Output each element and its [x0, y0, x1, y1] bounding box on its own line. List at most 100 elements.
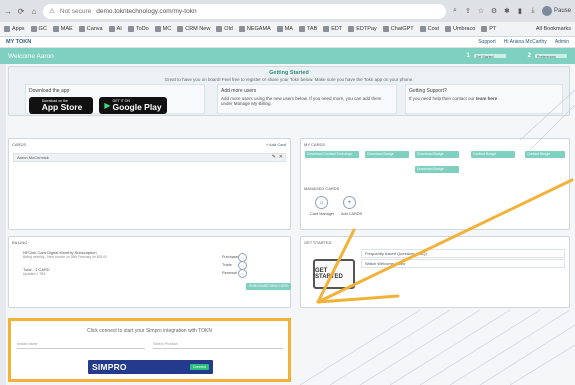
connect-button[interactable]: Connect — [189, 364, 209, 370]
sidepanel-icon[interactable]: ▮ — [516, 7, 524, 15]
bookmark-icon — [30, 26, 37, 32]
play-icon: ▶ — [104, 101, 111, 110]
step-1[interactable]: 1 Get Started — [466, 53, 506, 59]
reload-icon[interactable]: ⟳ — [17, 7, 25, 16]
step-2-label: Preferences — [537, 55, 556, 59]
user-menu[interactable]: Hi Ariana McCarthy — [504, 39, 547, 45]
extensions-icon[interactable]: ✱ — [503, 7, 511, 15]
bookmark-item[interactable]: MA — [276, 26, 293, 32]
admin-link[interactable]: Admin — [555, 39, 569, 45]
app-logo[interactable]: MY TOKN — [6, 39, 31, 45]
service-pill-2[interactable]: Download Badge — [365, 151, 409, 158]
card-manager-button[interactable]: ⌂ — [315, 196, 328, 209]
welcome-bar: Welcome Aaron 1 Get Started 2 Preference… — [0, 48, 575, 64]
support-link-team[interactable]: team here — [476, 96, 497, 101]
bookmark-label: Cost — [427, 26, 439, 32]
card-row-name: Aaron McCormick — [17, 155, 49, 160]
step-1-label: Get Started — [475, 55, 494, 59]
purchase-card-button[interactable]: PURCHASE NEW CARD — [246, 283, 292, 290]
bookmark-item[interactable]: AI — [108, 26, 122, 32]
bookmark-item[interactable]: Old — [216, 26, 233, 32]
bookmark-label: GC — [38, 26, 47, 32]
download-icon[interactable]: ⤓ — [529, 7, 537, 15]
gear-icon[interactable]: ⚙ — [490, 7, 498, 15]
bookmark-item[interactable]: ToDo — [127, 26, 149, 32]
bookmark-label: PT — [489, 26, 497, 32]
bookmark-item[interactable]: MAE — [52, 26, 73, 32]
simpro-heading: Click connect to start your Simpro integ… — [87, 328, 212, 334]
zoom-icon[interactable]: ⌕ — [451, 7, 459, 15]
simpro-banner: SIMPRO Connect — [88, 360, 213, 374]
all-bookmarks[interactable]: All Bookmarks — [536, 26, 571, 32]
bookmark-item[interactable]: Canva — [78, 26, 103, 32]
bookmark-item[interactable]: NEGAMA — [238, 26, 271, 32]
bookmark-item[interactable]: MC — [154, 26, 171, 32]
card-row[interactable]: Aaron McCormick ✎ ✕ — [13, 153, 286, 162]
billing-item-2-sub: Updated 1 TBA — [23, 272, 46, 276]
billing-option-3: Renewal — [222, 271, 237, 275]
add-cards-button[interactable]: + — [343, 196, 356, 209]
bookmark-label: NEGAMA — [246, 26, 271, 32]
bookmark-item[interactable]: ChatGPT — [382, 26, 414, 32]
star-icon[interactable]: ☆ — [477, 7, 485, 15]
share-icon[interactable]: ⇪ — [464, 7, 472, 15]
bookmark-item[interactable]: EDTPay — [348, 26, 377, 32]
close-icon[interactable]: ✕ — [279, 154, 283, 160]
warning-icon: ⚠ — [49, 8, 55, 15]
select-product-field[interactable]: Select Product — [153, 342, 283, 349]
bookmarks-bar: Apps GC MAE Canva AI ToDo MC CRM New Old NEGAMA MA… — [0, 22, 575, 37]
bookmark-item[interactable]: Cost — [419, 26, 439, 32]
service-pill-1[interactable]: Download Contact Exchange — [305, 151, 359, 158]
address-bar[interactable]: ⚠ Not secure demo.tokntechnology.com/my-… — [43, 3, 446, 19]
step-2[interactable]: 2 Preferences — [528, 53, 567, 59]
bookmark-icon — [154, 26, 161, 32]
service-pill-5[interactable]: Contact Badge — [525, 151, 565, 158]
bookmark-icon — [298, 26, 305, 32]
add-users-section: Add more users Add more users using the … — [217, 84, 397, 114]
home-icon[interactable]: ⌂ — [30, 7, 38, 16]
bookmark-label: Old — [224, 26, 233, 32]
app-store-badge[interactable]: Download on the App Store — [29, 97, 93, 114]
bookmark-icon — [127, 26, 134, 32]
google-play-label: Google Play — [112, 102, 162, 112]
billing-option-2: Trade — [222, 263, 232, 267]
bookmark-item[interactable]: TAB — [298, 26, 318, 32]
profile-button[interactable]: Pause — [541, 6, 571, 16]
service-pill-4[interactable]: Contact Badge — [471, 151, 515, 158]
add-card-link[interactable]: + Add Card — [266, 142, 286, 147]
bookmark-icon — [323, 26, 330, 32]
bookmark-item[interactable]: Apps — [4, 26, 25, 32]
install-name-field[interactable]: Install name — [17, 342, 145, 349]
app-header: MY TOKN Support Hi Ariana McCarthy Admin — [0, 37, 575, 48]
support-section: Getting Support? If you need help then c… — [405, 84, 563, 114]
bookmark-item[interactable]: Umbraco — [444, 26, 475, 32]
bookmark-icon — [78, 26, 85, 32]
download-app-heading: Download the app — [29, 88, 70, 94]
option-3-radio[interactable]: ○ — [238, 269, 247, 278]
plus-icon: + — [347, 199, 352, 206]
bookmark-item[interactable]: EDT — [323, 26, 342, 32]
edit-icon[interactable]: ✎ — [272, 154, 276, 160]
bookmark-item[interactable]: CRM New — [177, 26, 210, 32]
faq-row[interactable]: Frequently Asked Questions (FAQ) — [361, 249, 565, 258]
support-link[interactable]: Support — [478, 39, 496, 45]
bookmark-label: MA — [284, 26, 293, 32]
welcome-text: Welcome Aaron — [8, 52, 54, 60]
bookmark-icon — [481, 26, 488, 32]
bookmark-item[interactable]: PT — [481, 26, 496, 32]
bookmark-label: TAB — [306, 26, 318, 32]
service-pill-3[interactable]: Download Badge — [415, 151, 459, 158]
video-row[interactable]: Watch Welcome Video — [361, 259, 565, 268]
google-play-badge[interactable]: ▶ GET IT ON Google Play — [99, 97, 167, 114]
service-pill-6[interactable]: Download Badge — [415, 166, 459, 173]
my-cards-title: MY CARDS — [304, 142, 326, 147]
bookmark-item[interactable]: GC — [30, 26, 47, 32]
get-started-logo-text: GET STARTED — [315, 268, 343, 280]
simpro-logo: SIMPRO — [92, 362, 127, 372]
bookmark-icon — [419, 26, 426, 32]
get-started-title: GET STARTED — [304, 240, 332, 245]
forward-icon[interactable]: → — [4, 7, 12, 16]
bookmark-label: Apps — [12, 26, 25, 32]
bookmark-label: MAE — [60, 26, 73, 32]
bookmark-icon — [444, 26, 451, 32]
